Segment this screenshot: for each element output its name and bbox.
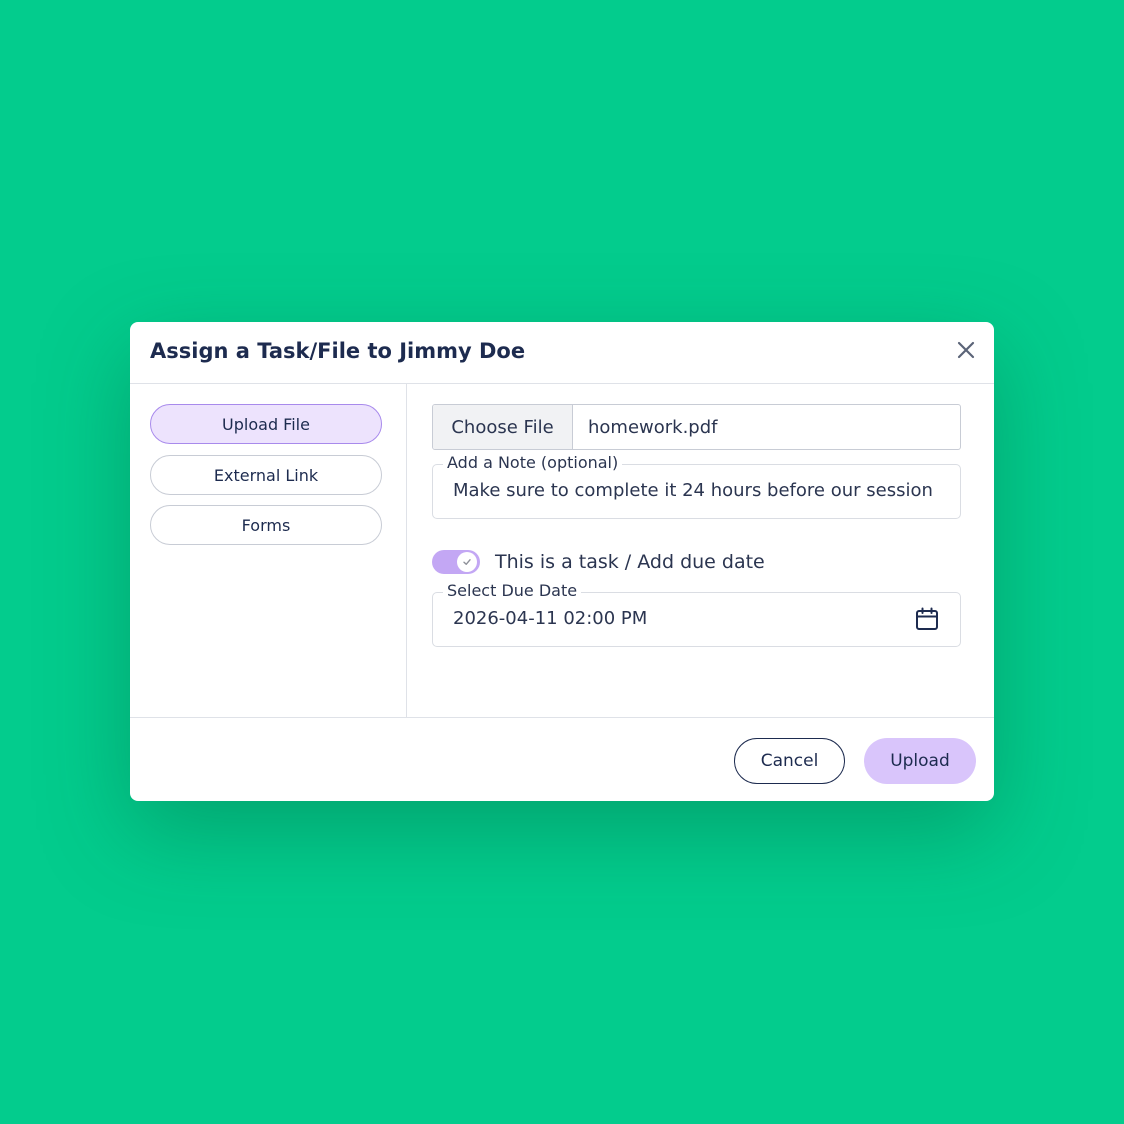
sidebar-item-external-link[interactable]: External Link	[150, 455, 382, 495]
task-toggle-label: This is a task / Add due date	[495, 551, 765, 573]
sidebar-item-label: Upload File	[222, 414, 310, 434]
calendar-button[interactable]	[914, 606, 940, 632]
selected-file-name: homework.pdf	[588, 416, 718, 438]
modal-title: Assign a Task/File to Jimmy Doe	[150, 339, 526, 363]
file-input[interactable]: Choose File homework.pdf	[432, 404, 961, 450]
sidebar-item-forms[interactable]: Forms	[150, 505, 382, 545]
sidebar-item-label: Forms	[241, 515, 291, 535]
modal-footer: Cancel Upload	[130, 717, 994, 801]
calendar-icon	[916, 607, 938, 630]
note-input[interactable]	[453, 480, 943, 501]
note-label: Add a Note (optional)	[443, 453, 623, 472]
close-icon	[957, 341, 975, 359]
due-date-value: 2026-04-11 02:00 PM	[453, 608, 648, 629]
check-icon	[463, 559, 471, 565]
cancel-button[interactable]: Cancel	[734, 738, 845, 784]
due-date-label: Select Due Date	[443, 581, 582, 600]
task-toggle[interactable]	[432, 550, 480, 574]
assign-task-modal: Assign a Task/File to Jimmy Doe Upload F…	[130, 322, 994, 801]
due-date-field[interactable]: Select Due Date 2026-04-11 02:00 PM	[432, 581, 961, 647]
sidebar-item-label: External Link	[213, 465, 319, 485]
note-field: Add a Note (optional)	[432, 453, 961, 519]
modal-header: Assign a Task/File to Jimmy Doe	[130, 322, 994, 384]
toggle-knob	[457, 552, 477, 572]
upload-file-panel: Choose File homework.pdf Add a Note (opt…	[408, 384, 994, 717]
sidebar-item-upload-file[interactable]: Upload File	[150, 404, 382, 444]
upload-button[interactable]: Upload	[864, 738, 976, 784]
close-button[interactable]	[954, 338, 978, 362]
choose-file-button[interactable]: Choose File	[433, 405, 573, 449]
assignment-type-sidebar: Upload File External Link Forms	[130, 384, 407, 717]
